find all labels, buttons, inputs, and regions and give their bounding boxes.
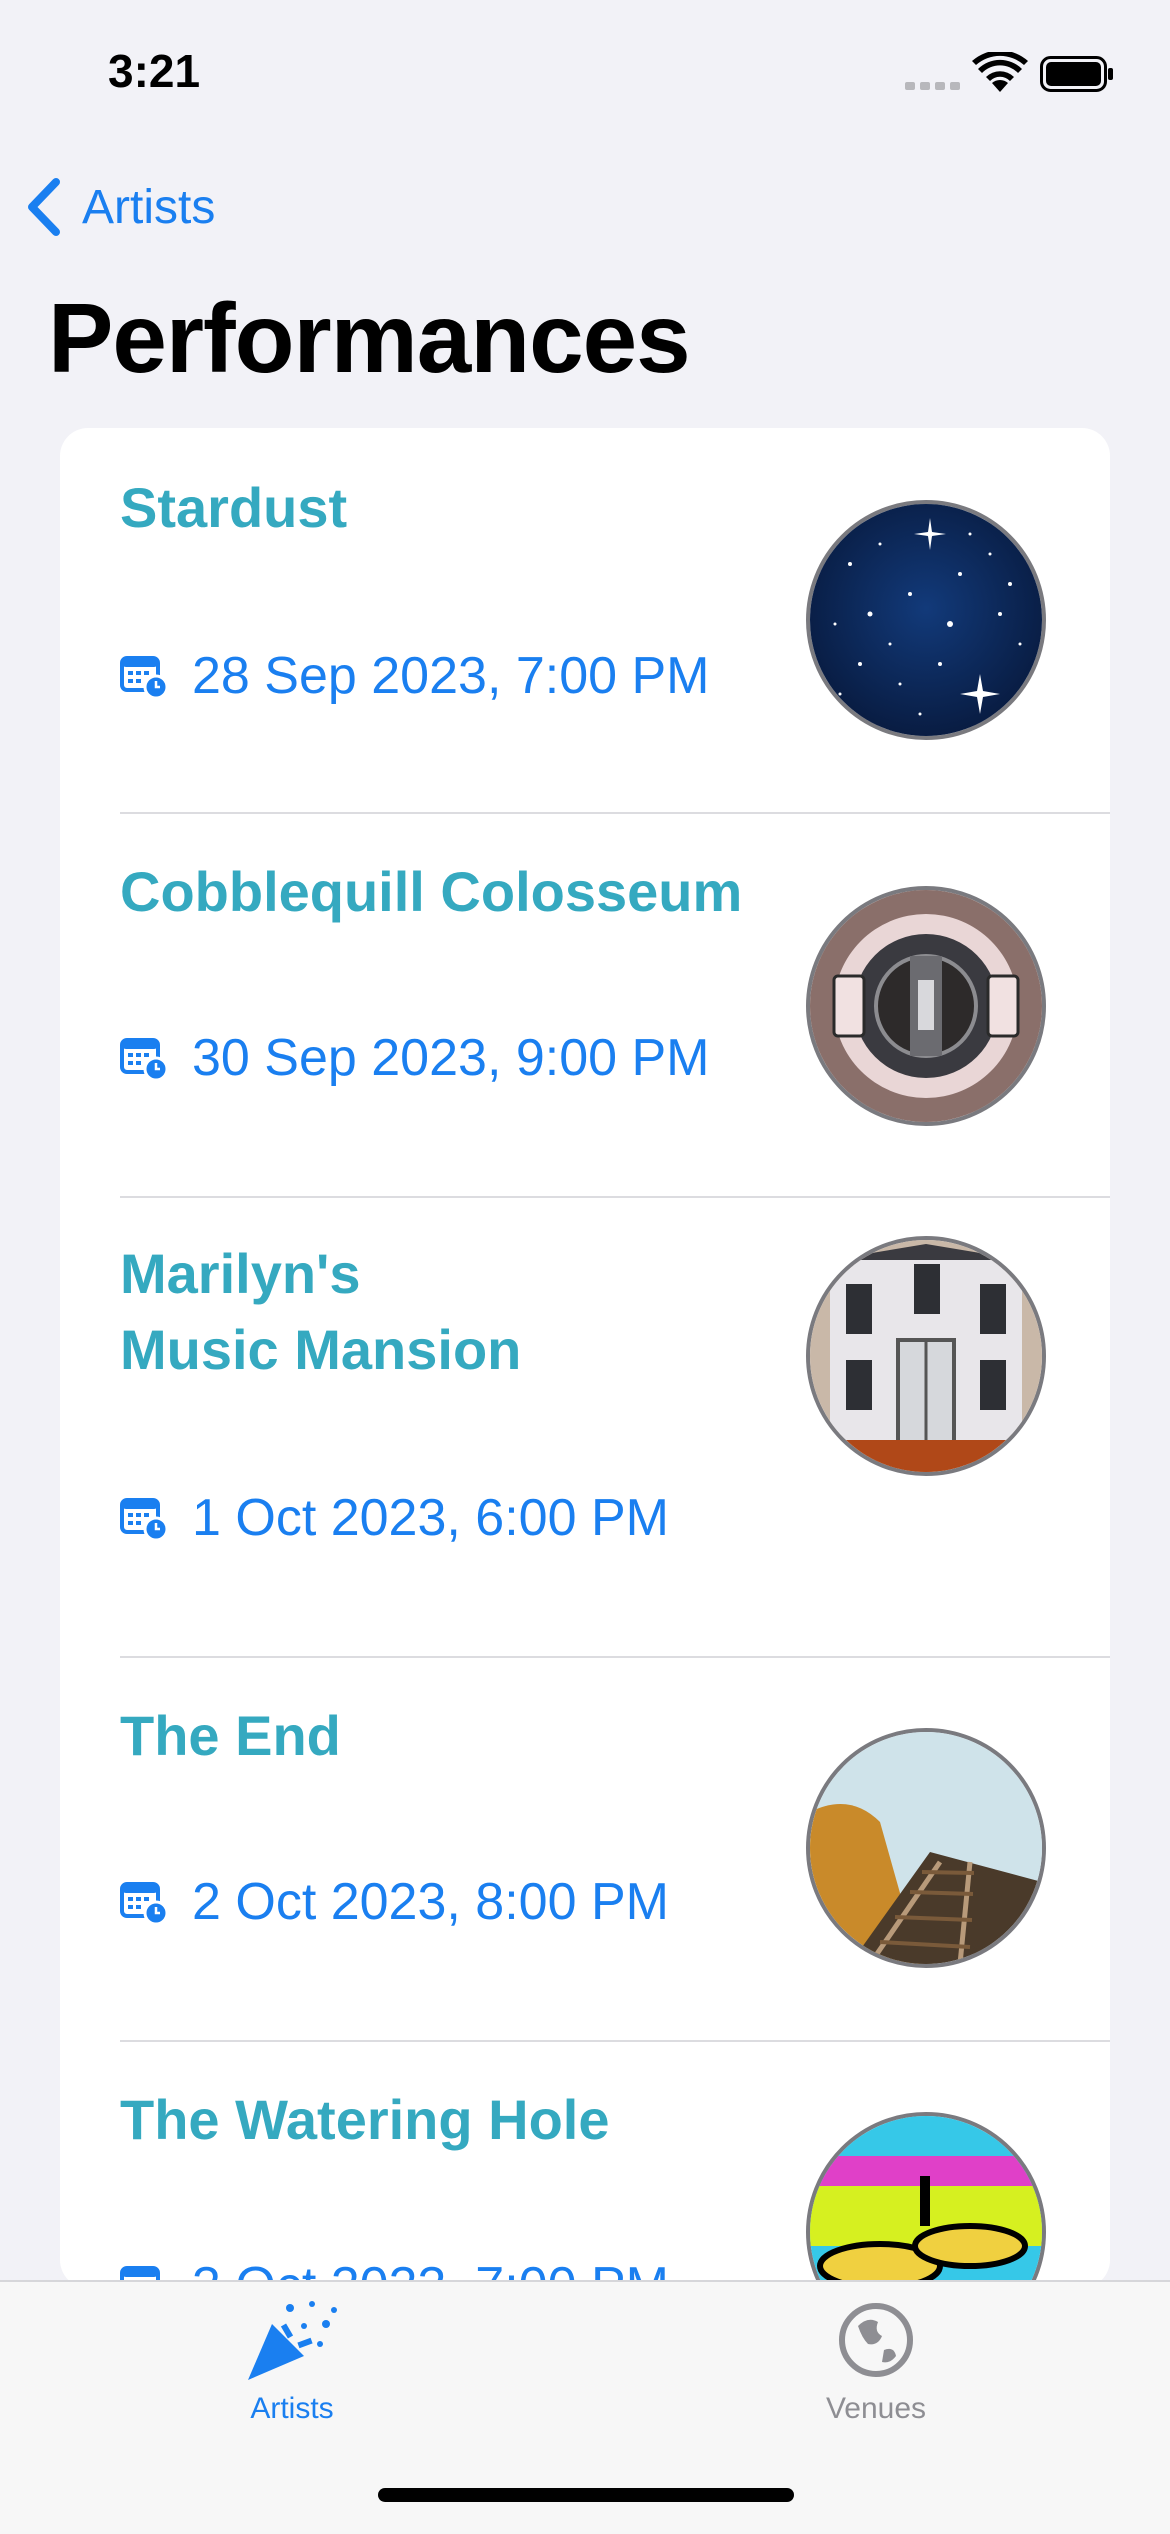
performance-date-text: 30 Sep 2023, 9:00 PM [192, 1029, 710, 1087]
performance-date: 28 Sep 2023, 7:00 PM [120, 646, 710, 706]
party-popper-icon [248, 2301, 337, 2380]
performance-row[interactable]: The End 2 Oct 2023, 8:00 PM [60, 1658, 1110, 2042]
performance-date-text: 28 Sep 2023, 7:00 PM [192, 647, 710, 705]
calendar-clock-icon [120, 1038, 168, 1080]
venue-thumbnail-stardust [806, 500, 1046, 740]
performance-row[interactable]: Cobblequill Colosseum 30 Sep 2023, 9:00 … [60, 814, 1110, 1198]
venue-thumbnail-watering-hole [806, 2112, 1046, 2288]
performance-date: 2 Oct 2023, 8:00 PM [120, 1872, 669, 1932]
venue-thumbnail-cobblequill [806, 886, 1046, 1126]
performances-list: Stardust 28 Sep 2023, 7:00 PM Cobblequil… [60, 428, 1110, 2288]
chevron-left-icon [28, 178, 60, 236]
back-button[interactable]: Artists [24, 172, 215, 242]
calendar-clock-icon [120, 656, 168, 698]
venue-name: Marilyn's Music Mansion [120, 1242, 522, 1381]
performance-date-text: 1 Oct 2023, 6:00 PM [192, 1489, 669, 1547]
performance-date-text: 2 Oct 2023, 8:00 PM [192, 1873, 669, 1931]
page-title: Performances [48, 283, 691, 393]
home-indicator [378, 2488, 794, 2502]
calendar-clock-icon [120, 1882, 168, 1924]
performance-date: 30 Sep 2023, 9:00 PM [120, 1028, 710, 1088]
wifi-icon [972, 52, 1028, 92]
tab-venues-label: Venues [825, 2392, 927, 2425]
venue-thumbnail-marilyns [806, 1236, 1046, 1476]
performance-date: 1 Oct 2023, 6:00 PM [120, 1488, 669, 1548]
battery-icon [1040, 56, 1113, 92]
venue-name: Cobblequill Colosseum [120, 860, 743, 923]
performance-row[interactable]: Marilyn's Music Mansion 1 Oct 2023, 6:00… [60, 1198, 1110, 1658]
performance-row[interactable]: Stardust 28 Sep 2023, 7:00 PM [60, 428, 1110, 814]
venue-name: Stardust [120, 476, 348, 539]
globe-icon [839, 2303, 913, 2377]
tab-artists-label: Artists [250, 2392, 334, 2425]
performance-row[interactable]: The Watering Hole 3 Oct 2023, 7:00 PM [60, 2042, 1110, 2288]
venue-thumbnail-the-end [806, 1728, 1046, 1968]
status-bar: 3:21 [0, 0, 1170, 140]
tab-artists[interactable]: Artists [142, 2282, 442, 2462]
cellular-signal-icon [905, 82, 960, 90]
venue-name: The Watering Hole [120, 2088, 610, 2151]
status-time: 3:21 [108, 45, 201, 97]
calendar-clock-icon [120, 1498, 168, 1540]
venue-name: The End [120, 1704, 341, 1767]
tab-venues[interactable]: Venues [726, 2282, 1026, 2462]
back-button-label: Artists [82, 180, 216, 234]
